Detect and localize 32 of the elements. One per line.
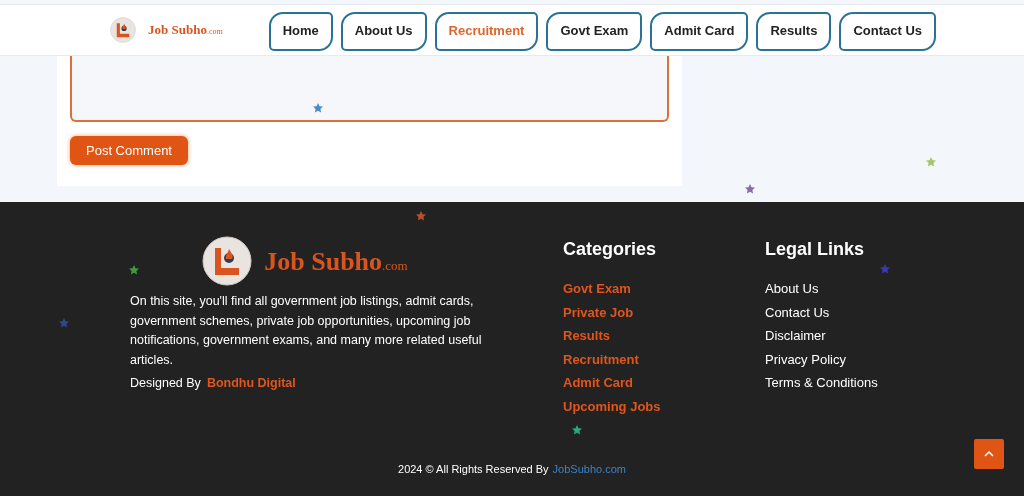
scroll-to-top-button[interactable]: [974, 439, 1004, 469]
logo-icon: [110, 17, 136, 43]
legal-link[interactable]: Contact Us: [765, 303, 878, 321]
legal-link[interactable]: Terms & Conditions: [765, 374, 878, 392]
legal-links-heading: Legal Links: [765, 238, 866, 261]
nav-tab[interactable]: About Us: [340, 11, 427, 51]
nav-tab[interactable]: Contact Us: [839, 11, 936, 51]
nav-tab[interactable]: Admit Card: [650, 11, 749, 51]
legal-link[interactable]: About Us: [765, 280, 878, 298]
copyright-text: 2024 © All Rights Reserved By: [398, 462, 549, 477]
category-link[interactable]: Results: [563, 327, 765, 345]
categories-heading: Categories: [563, 238, 658, 261]
category-link[interactable]: Govt Exam: [563, 280, 765, 298]
nav-tab[interactable]: Results: [756, 11, 832, 51]
category-link[interactable]: Admit Card: [563, 374, 765, 392]
site-link[interactable]: JobSubho.com: [552, 461, 626, 478]
legal-link[interactable]: Disclaimer: [765, 327, 878, 345]
chevron-up-icon: [984, 451, 994, 457]
site-description: On this site, you'll find all government job listings, admit cards, government schemes, private job opportunities, upcoming job notifications, government exams, and many more related useful articles.: [130, 293, 483, 369]
category-link[interactable]: Private Job: [563, 303, 765, 321]
post-comment-button[interactable]: Post Comment: [70, 136, 188, 165]
legal-link[interactable]: Privacy Policy: [765, 350, 878, 368]
nav-tab[interactable]: Govt Exam: [546, 11, 643, 51]
comment-field[interactable]: [70, 56, 669, 122]
logo-icon: [202, 236, 253, 286]
nav-tab[interactable]: Home: [268, 11, 333, 51]
logo-text: Job Subho.com: [264, 245, 408, 278]
designer-link[interactable]: Bondhu Digital: [206, 374, 296, 393]
category-link[interactable]: Upcoming Jobs: [563, 397, 765, 415]
designed-by-label: Designed By: [130, 375, 201, 392]
logo-text: Job Subho.com: [148, 21, 223, 40]
category-link[interactable]: Recruitment: [563, 350, 765, 368]
